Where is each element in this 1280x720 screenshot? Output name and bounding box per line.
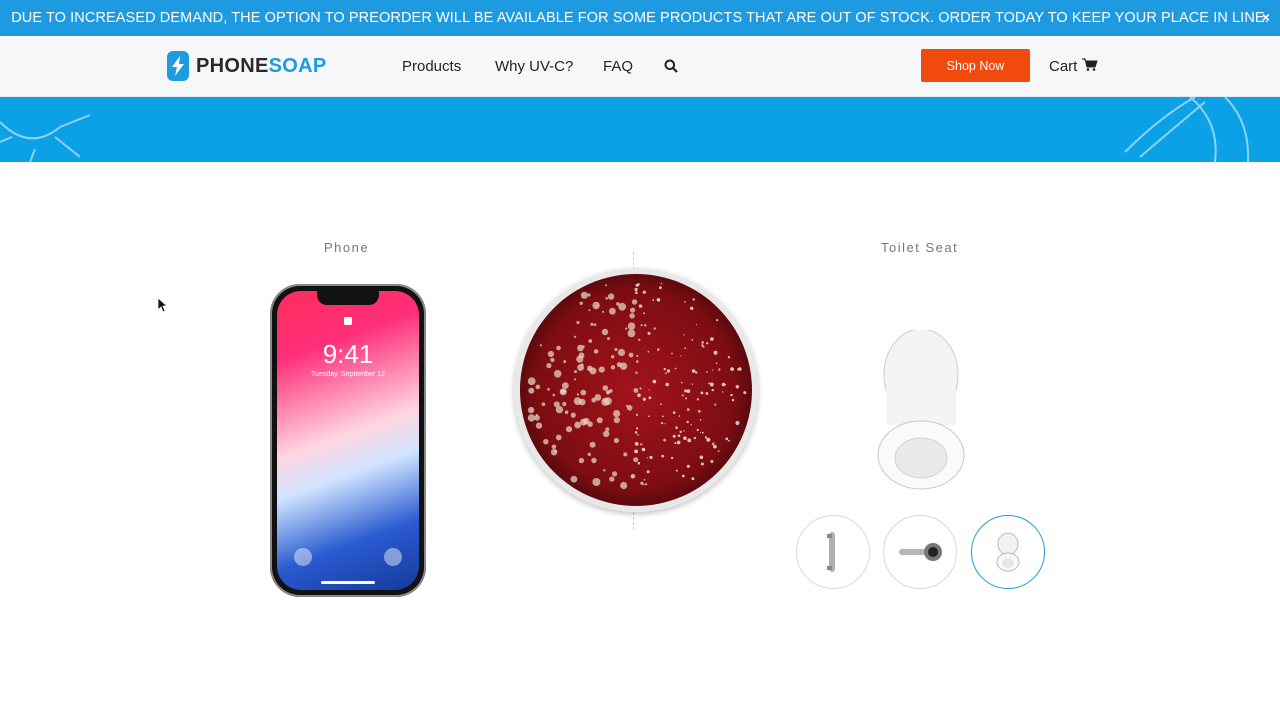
camera-icon bbox=[384, 548, 402, 566]
cart-label: Cart bbox=[1049, 58, 1078, 75]
thumbnail-door-handle[interactable] bbox=[796, 515, 870, 589]
thumbnail-toilet-seat[interactable] bbox=[971, 515, 1045, 589]
cart-icon bbox=[1082, 58, 1099, 75]
site-header: PHONESOAP Products Why UV-C? FAQ Shop No… bbox=[0, 36, 1280, 97]
phone-date: Tuesday, September 12 bbox=[311, 371, 385, 378]
nav-why-uvc[interactable]: Why UV-C? bbox=[495, 58, 573, 75]
cart-link[interactable]: Cart bbox=[1049, 58, 1099, 75]
flashlight-icon bbox=[294, 548, 312, 566]
phone-label: Phone bbox=[324, 240, 370, 255]
toilet-seat-label: Toilet Seat bbox=[881, 240, 959, 255]
shop-now-button[interactable]: Shop Now bbox=[921, 49, 1030, 82]
mouse-cursor bbox=[157, 297, 169, 318]
thumbnail-lever-handle[interactable] bbox=[883, 515, 957, 589]
phone-screen: 9:41 Tuesday, September 12 bbox=[277, 291, 419, 590]
phone-image: 9:41 Tuesday, September 12 bbox=[270, 284, 426, 597]
toilet-seat-icon bbox=[996, 532, 1020, 572]
announcement-banner: DUE TO INCREASED DEMAND, THE OPTION TO P… bbox=[0, 0, 1280, 36]
bolt-icon bbox=[167, 51, 189, 81]
door-handle-icon bbox=[827, 532, 835, 572]
toilet-seat-image bbox=[874, 328, 968, 497]
phone-time: 9:41 bbox=[322, 339, 374, 369]
search-icon[interactable] bbox=[664, 59, 678, 78]
phonesoap-logo[interactable]: PHONESOAP bbox=[167, 51, 327, 81]
announcement-text: DUE TO INCREASED DEMAND, THE OPTION TO P… bbox=[11, 10, 1269, 26]
close-icon[interactable]: × bbox=[1262, 9, 1270, 25]
lock-icon bbox=[344, 317, 352, 325]
hero-banner bbox=[0, 97, 1280, 162]
hero-decoration bbox=[0, 97, 1250, 162]
lever-handle-icon bbox=[899, 543, 942, 561]
nav-faq[interactable]: FAQ bbox=[603, 58, 633, 75]
nav-products[interactable]: Products bbox=[402, 58, 461, 75]
brand-name: PHONESOAP bbox=[196, 54, 327, 77]
petri-dish-image bbox=[514, 268, 758, 512]
